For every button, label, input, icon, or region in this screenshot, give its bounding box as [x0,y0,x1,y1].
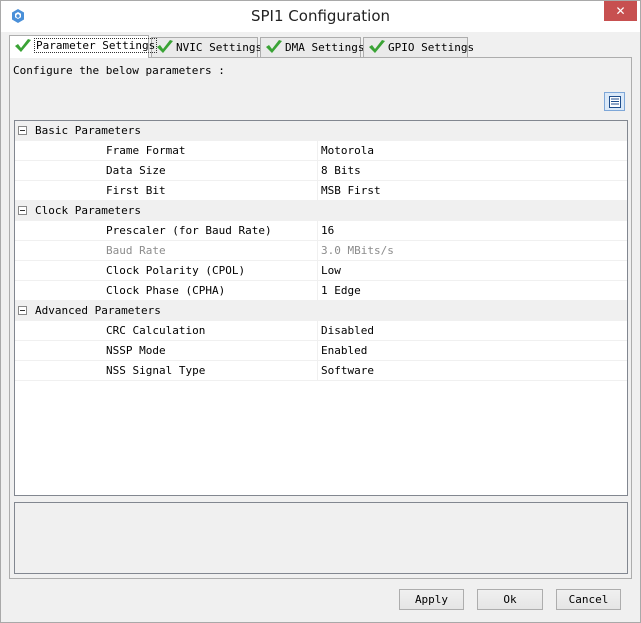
param-row-clock-phase[interactable]: Clock Phase (CPHA) 1 Edge [15,281,627,301]
param-row-frame-format[interactable]: Frame Format Motorola [15,141,627,161]
param-value[interactable]: Low [321,261,627,280]
collapse-icon[interactable] [18,126,27,135]
list-view-button[interactable] [604,92,625,111]
param-row-nss-signal-type[interactable]: NSS Signal Type Software [15,361,627,381]
param-value[interactable]: 16 [321,221,627,240]
column-divider [317,141,318,161]
column-divider [317,181,318,201]
param-name: Clock Phase (CPHA) [106,284,226,297]
param-value[interactable]: Disabled [321,321,627,340]
dialog-window: SPI1 Configuration ✕ Parameter Settings … [0,0,641,623]
param-value[interactable]: Motorola [321,141,627,160]
collapse-icon[interactable] [18,306,27,315]
tab-label: GPIO Settings [388,41,475,54]
column-divider [317,221,318,241]
tab-label: Parameter Settings [34,38,158,53]
tab-gpio-settings[interactable]: GPIO Settings [363,37,474,57]
category-advanced-parameters[interactable]: Advanced Parameters [15,301,627,321]
info-text: Configure the below parameters : [13,64,225,77]
param-row-prescaler[interactable]: Prescaler (for Baud Rate) 16 [15,221,627,241]
ok-button[interactable]: Ok [477,589,543,610]
check-icon [15,39,31,52]
close-button[interactable]: ✕ [604,1,637,21]
tab-label: DMA Settings [285,41,365,54]
param-row-first-bit[interactable]: First Bit MSB First [15,181,627,201]
description-box [14,502,628,574]
column-divider [317,321,318,341]
param-value[interactable]: Software [321,361,627,380]
param-value[interactable]: 8 Bits [321,161,627,180]
param-row-clock-polarity[interactable]: Clock Polarity (CPOL) Low [15,261,627,281]
param-value[interactable]: Enabled [321,341,627,360]
tab-nvic-settings[interactable]: NVIC Settings [151,37,262,57]
param-row-crc-calculation[interactable]: CRC Calculation Disabled [15,321,627,341]
category-label: Basic Parameters [35,124,141,137]
param-name: Prescaler (for Baud Rate) [106,224,272,237]
param-name: Data Size [106,164,166,177]
param-name: CRC Calculation [106,324,206,337]
title-bar[interactable]: SPI1 Configuration ✕ [1,1,640,32]
category-label: Clock Parameters [35,204,141,217]
property-grid: Basic Parameters Frame Format Motorola D… [14,120,628,496]
tab-label: NVIC Settings [176,41,263,54]
param-row-nssp-mode[interactable]: NSSP Mode Enabled [15,341,627,361]
column-divider [317,241,318,261]
param-name: Clock Polarity (CPOL) [106,264,246,277]
column-divider [317,281,318,301]
column-divider [317,341,318,361]
list-view-icon [609,96,621,108]
category-clock-parameters[interactable]: Clock Parameters [15,201,627,221]
param-name: NSSP Mode [106,344,166,357]
tab-dma-settings[interactable]: DMA Settings [260,37,365,57]
param-value[interactable]: 1 Edge [321,281,627,300]
category-label: Advanced Parameters [35,304,161,317]
column-divider [317,261,318,281]
param-name: First Bit [106,184,166,197]
param-value: 3.0 MBits/s [321,244,394,257]
param-row-data-size[interactable]: Data Size 8 Bits [15,161,627,181]
param-row-baud-rate: Baud Rate 3.0 MBits/s [15,241,627,261]
check-icon [369,40,385,53]
check-icon [157,40,173,53]
column-divider [317,161,318,181]
check-icon [266,40,282,53]
tab-panel: Configure the below parameters : Basic P… [9,57,632,579]
window-title: SPI1 Configuration [250,7,391,25]
param-name: Baud Rate [106,244,166,257]
tab-parameter-settings[interactable]: Parameter Settings [9,35,158,58]
param-name: NSS Signal Type [106,364,206,377]
cancel-button[interactable]: Cancel [556,589,621,610]
param-value[interactable]: MSB First [321,181,627,200]
collapse-icon[interactable] [18,206,27,215]
apply-button[interactable]: Apply [399,589,464,610]
param-name: Frame Format [106,144,186,157]
column-divider [317,361,318,381]
category-basic-parameters[interactable]: Basic Parameters [15,121,627,141]
